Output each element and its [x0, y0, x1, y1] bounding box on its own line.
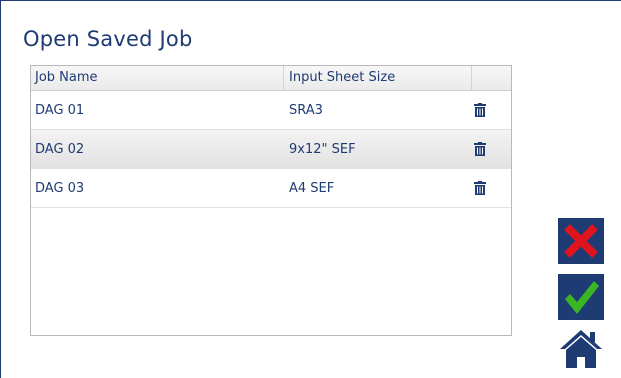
check-icon [565, 281, 599, 314]
column-header-input-sheet-size[interactable]: Input Sheet Size [289, 70, 395, 85]
sheet-size-cell: A4 SEF [289, 181, 335, 196]
open-saved-job-screen: Open Saved Job Job Name Input Sheet Size… [0, 0, 621, 378]
sheet-size-cell: SRA3 [289, 103, 323, 118]
column-divider [471, 66, 472, 90]
trash-icon[interactable] [474, 103, 486, 117]
confirm-button[interactable] [558, 274, 604, 320]
column-divider [283, 66, 284, 90]
home-icon [560, 330, 602, 368]
job-name-cell: DAG 01 [35, 103, 85, 118]
job-name-cell: DAG 03 [35, 181, 85, 196]
saved-jobs-table: Job Name Input Sheet Size DAG 01 SRA3 DA… [30, 65, 512, 336]
x-icon [564, 224, 598, 258]
table-row-selected[interactable]: DAG 02 9x12" SEF [31, 130, 511, 169]
sheet-size-cell: 9x12" SEF [289, 142, 356, 157]
table-row[interactable]: DAG 03 A4 SEF [31, 169, 511, 208]
trash-icon[interactable] [474, 181, 486, 195]
cancel-button[interactable] [558, 218, 604, 264]
table-row[interactable]: DAG 01 SRA3 [31, 91, 511, 130]
job-name-cell: DAG 02 [35, 142, 85, 157]
table-header: Job Name Input Sheet Size [31, 66, 511, 91]
page-title: Open Saved Job [23, 27, 193, 51]
column-header-job-name[interactable]: Job Name [35, 70, 98, 85]
trash-icon[interactable] [474, 142, 486, 156]
home-button[interactable] [558, 328, 604, 370]
